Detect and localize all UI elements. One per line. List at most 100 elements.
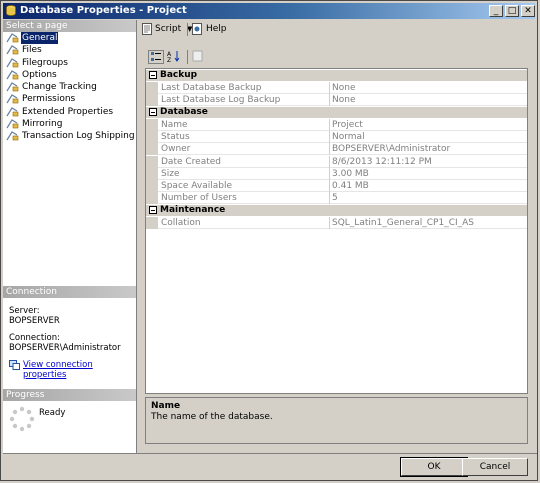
page-item[interactable]: Filegroups — [3, 57, 136, 69]
title-bar[interactable]: Database Properties - Project _ □ ✕ — [3, 3, 535, 19]
page-item[interactable]: Mirroring — [3, 118, 136, 130]
row-gutter — [146, 130, 158, 143]
property-row[interactable]: Last Database Backup None — [146, 82, 527, 94]
alphabetical-button[interactable]: A Z — [167, 50, 183, 64]
page-list: General Files Filegroups Options Change Trac… — [3, 32, 136, 143]
column-divider[interactable] — [329, 180, 330, 193]
column-divider[interactable] — [329, 82, 330, 94]
column-divider[interactable] — [329, 130, 330, 143]
column-divider[interactable] — [329, 143, 330, 156]
column-divider[interactable] — [329, 94, 330, 107]
grid-category[interactable]: Database — [146, 106, 527, 118]
property-name: Last Database Log Backup — [161, 95, 281, 106]
property-pages-button[interactable] — [191, 50, 207, 64]
column-divider[interactable] — [329, 192, 330, 205]
server-value: BOPSERVER — [9, 316, 60, 326]
left-panel: Select a page General Files Filegroups Opti… — [3, 20, 137, 453]
help-icon — [192, 23, 202, 35]
grid-toolbar: A Z — [145, 47, 528, 65]
column-divider[interactable] — [329, 118, 330, 131]
svg-text:Z: Z — [167, 57, 171, 62]
column-divider[interactable] — [329, 216, 330, 229]
categorized-icon — [151, 52, 161, 61]
grid-toolbar-separator — [187, 50, 188, 64]
script-icon — [142, 23, 152, 35]
page-item[interactable]: Extended Properties — [3, 106, 136, 118]
column-divider[interactable] — [329, 167, 330, 180]
page-item[interactable]: Transaction Log Shipping — [3, 130, 136, 142]
property-row[interactable]: Size 3.00 MB — [146, 167, 527, 180]
collapse-icon[interactable] — [149, 107, 157, 116]
column-divider[interactable] — [329, 155, 330, 168]
property-value: SQL_Latin1_General_CP1_CI_AS — [332, 217, 475, 228]
connection-value: BOPSERVER\Administrator — [9, 343, 121, 353]
connection-properties-icon — [9, 360, 20, 370]
row-gutter — [146, 143, 158, 156]
property-row[interactable]: Name Project — [146, 118, 527, 131]
toolbar: Script ▼ Help — [138, 20, 536, 38]
sort-alphabetical-icon: A Z — [167, 51, 180, 64]
connection-header: Connection — [3, 286, 136, 298]
row-gutter — [146, 94, 158, 107]
page-item-label: Permissions — [22, 94, 76, 105]
property-row[interactable]: Space Available 0.41 MB — [146, 180, 527, 193]
cancel-button[interactable]: Cancel — [462, 458, 528, 476]
page-item-label: Filegroups — [22, 57, 68, 68]
property-grid[interactable]: Backup Last Database Backup None Last Datab… — [145, 68, 528, 394]
minimize-button[interactable]: _ — [489, 5, 503, 17]
progress-status: Ready — [39, 408, 66, 418]
page-icon — [6, 45, 19, 55]
page-item[interactable]: Change Tracking — [3, 81, 136, 93]
property-name: Owner — [161, 144, 191, 155]
server-label: Server: — [9, 306, 40, 316]
description-title: Name — [151, 401, 181, 411]
collapse-icon[interactable] — [149, 71, 157, 79]
page-item[interactable]: Permissions — [3, 93, 136, 105]
database-properties-window: Database Properties - Project _ □ ✕ Sele… — [0, 0, 538, 481]
row-gutter — [146, 216, 158, 229]
property-pages-icon — [192, 50, 203, 62]
property-value: 0.41 MB — [332, 181, 369, 192]
property-value: BOPSERVER\Administrator — [332, 144, 451, 155]
property-row[interactable]: Last Database Log Backup None — [146, 94, 527, 107]
maximize-button[interactable]: □ — [505, 5, 519, 17]
page-item-label: Files — [22, 45, 42, 56]
page-item[interactable]: Files — [3, 44, 136, 56]
category-label: Backup — [160, 70, 198, 80]
progress-header: Progress — [3, 389, 136, 401]
grid-category[interactable]: Backup — [146, 70, 527, 81]
help-button[interactable]: Help — [206, 22, 227, 36]
property-name: Space Available — [161, 181, 233, 192]
ok-button[interactable]: OK — [400, 457, 468, 477]
grid-category[interactable]: Maintenance — [146, 204, 527, 216]
property-row[interactable]: Date Created 8/6/2013 12:11:12 PM — [146, 155, 527, 168]
property-value: Normal — [332, 131, 365, 142]
property-value: 3.00 MB — [332, 168, 369, 179]
property-row[interactable]: Collation SQL_Latin1_General_CP1_CI_AS — [146, 216, 527, 229]
page-icon — [6, 94, 19, 104]
page-item-label: Change Tracking — [22, 82, 97, 93]
property-row[interactable]: Owner BOPSERVER\Administrator — [146, 143, 527, 156]
page-item[interactable]: General — [3, 32, 136, 44]
select-page-header: Select a page — [3, 20, 136, 32]
categorized-button[interactable] — [148, 50, 164, 64]
property-row[interactable]: Status Normal — [146, 130, 527, 143]
property-row[interactable]: Number of Users 5 — [146, 192, 527, 205]
collapse-icon[interactable] — [149, 205, 157, 214]
page-icon — [6, 131, 19, 141]
property-name: Date Created — [161, 156, 221, 167]
page-item-label: Transaction Log Shipping — [22, 131, 135, 142]
page-item-label: Extended Properties — [22, 106, 114, 117]
row-gutter — [146, 192, 158, 205]
page-item-label: General — [21, 32, 59, 44]
property-name: Name — [161, 119, 188, 130]
view-connection-properties-link[interactable]: View connection properties — [23, 360, 136, 380]
page-item[interactable]: Options — [3, 69, 136, 81]
connection-label: Connection: — [9, 333, 60, 343]
page-icon — [6, 119, 19, 129]
property-name: Number of Users — [161, 193, 237, 204]
property-value: None — [332, 83, 356, 93]
description-panel: Name The name of the database. — [145, 397, 528, 444]
close-button[interactable]: ✕ — [521, 5, 535, 17]
database-icon — [6, 5, 16, 16]
